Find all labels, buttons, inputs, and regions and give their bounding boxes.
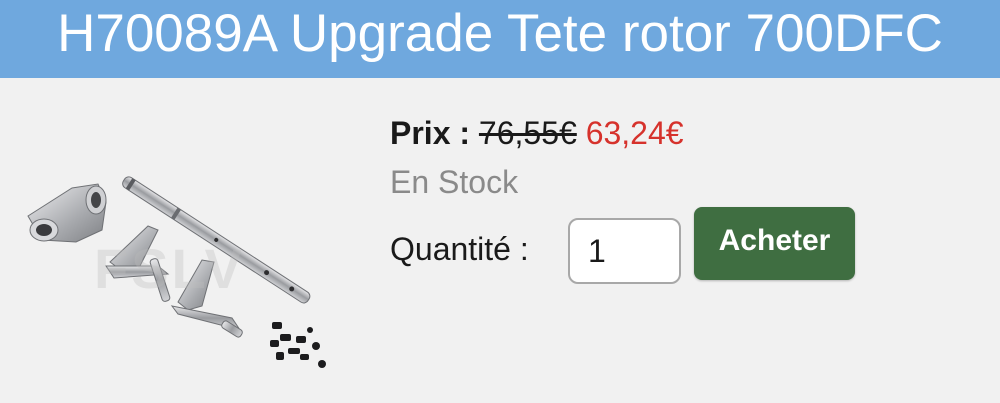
page-title: H70089A Upgrade Tete rotor 700DFC bbox=[57, 4, 943, 63]
product-image: FSLV bbox=[18, 158, 348, 380]
rotor-hub bbox=[27, 183, 107, 243]
image-watermark: FSLV bbox=[94, 237, 245, 300]
quantity-input[interactable] bbox=[568, 218, 681, 284]
hardware-screws bbox=[270, 322, 326, 368]
title-bar: H70089A Upgrade Tete rotor 700DFC bbox=[0, 0, 1000, 78]
old-price: 76,55€ bbox=[478, 115, 577, 151]
quantity-label: Quantité : bbox=[390, 231, 529, 267]
price-label: Prix : bbox=[390, 115, 471, 151]
stock-status: En Stock bbox=[390, 164, 519, 200]
price-row: Prix : 76,55€ 63,24€ bbox=[390, 113, 684, 153]
sale-price: 63,24€ bbox=[585, 115, 684, 151]
buy-button[interactable]: Acheter bbox=[694, 207, 855, 280]
